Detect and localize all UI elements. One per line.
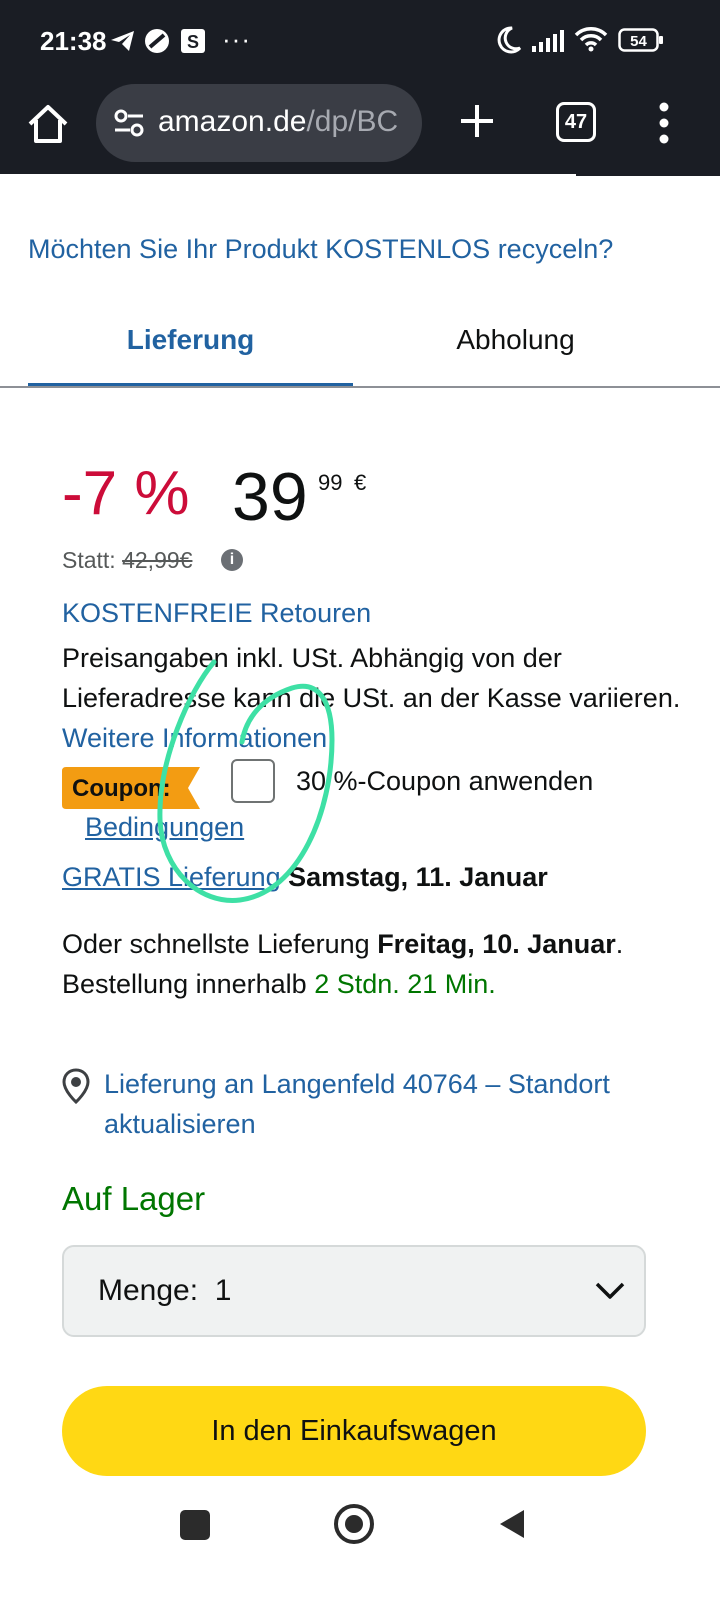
old-price: 42,99€ <box>122 547 193 573</box>
kebab-menu-icon[interactable] <box>656 98 672 148</box>
address-bar[interactable]: amazon.de/dp/BC <box>96 84 422 162</box>
fastest-delivery: Oder schnellste Lieferung Freitag, 10. J… <box>62 924 662 1004</box>
browser-chrome: 21:38 S ··· 54 amazon.de/dp/BC 47 <box>0 0 720 177</box>
status-bar: 21:38 S ··· 54 <box>0 0 720 80</box>
coupon-label[interactable]: 30 %-Coupon anwenden <box>296 766 593 797</box>
moon-icon <box>497 26 522 54</box>
tab-divider <box>0 386 720 388</box>
quantity-label: Menge: 1 <box>98 1274 231 1308</box>
discount-percent: -7 % <box>62 459 190 528</box>
svg-text:S: S <box>187 32 199 52</box>
chevron-down-icon <box>595 1282 625 1299</box>
s-app-icon: S <box>181 29 205 53</box>
system-nav-bar <box>0 1478 720 1600</box>
quantity-select[interactable]: Menge: 1 <box>62 1245 646 1337</box>
quantity-value: 1 <box>214 1274 232 1307</box>
status-time: 21:38 <box>40 26 107 56</box>
location-pin-icon <box>62 1068 90 1104</box>
recycle-link[interactable]: Möchten Sie Ihr Produkt KOSTENLOS recyce… <box>28 234 613 265</box>
coupon-badge-label: Coupon: <box>72 775 171 802</box>
delivery-location-link[interactable]: Lieferung an Langenfeld 40764 – Standort… <box>104 1064 624 1144</box>
url-text: amazon.de/dp/BC <box>158 105 398 139</box>
tabs-icon[interactable]: 47 <box>556 102 596 142</box>
browser-toolbar: amazon.de/dp/BC 47 <box>0 82 720 176</box>
list-price: Statt: 42,99€ <box>62 547 192 574</box>
tab-delivery-label: Lieferung <box>126 324 255 355</box>
home-icon[interactable] <box>24 100 72 148</box>
tab-pickup[interactable]: Abholung <box>353 300 678 388</box>
statt-label: Statt: <box>62 547 116 573</box>
no-disturb-app-icon <box>145 29 169 53</box>
battery-icon: 54 <box>618 28 663 52</box>
tab-delivery[interactable]: Lieferung <box>28 300 353 388</box>
signal-icon <box>532 30 564 52</box>
svg-text:54: 54 <box>630 33 647 50</box>
price-whole: 39 <box>232 459 308 535</box>
quantity-label-text: Menge: <box>98 1274 199 1307</box>
price-fraction: 99 <box>318 470 343 495</box>
url-domain: amazon.de <box>158 105 307 138</box>
site-settings-icon[interactable] <box>112 106 146 140</box>
coupon-conditions-link[interactable]: Bedingungen <box>85 812 244 843</box>
free-delivery-date: Samstag, 11. Januar <box>288 862 548 892</box>
add-to-cart-button[interactable]: In den Einkaufswagen <box>62 1386 646 1476</box>
price-currency: € <box>354 470 367 495</box>
free-delivery: GRATIS Lieferung Samstag, 11. Januar <box>62 862 548 893</box>
recent-apps-button[interactable] <box>180 1510 210 1540</box>
tax-info: Preisangaben inkl. USt. Abhängig von der… <box>62 638 682 758</box>
coupon-checkbox[interactable] <box>231 759 275 803</box>
tab-pickup-label: Abholung <box>456 324 575 355</box>
free-delivery-link[interactable]: GRATIS Lieferung <box>62 862 281 892</box>
back-button[interactable] <box>498 1508 526 1540</box>
order-countdown: 2 Stdn. 21 Min. <box>314 969 496 999</box>
wifi-icon <box>574 27 608 52</box>
fast-prefix: Oder schnellste Lieferung <box>62 929 378 959</box>
more-notifications-indicator: ··· <box>222 24 251 54</box>
url-path: /dp/BC <box>306 105 399 138</box>
tax-info-text: Preisangaben inkl. USt. Abhängig von der… <box>62 643 681 713</box>
fast-date: Freitag, 10. Januar <box>377 929 616 959</box>
plus-icon[interactable] <box>452 96 502 146</box>
more-info-link[interactable]: Weitere Informationen. <box>62 723 335 753</box>
home-dot <box>345 1515 363 1533</box>
page-load-progress <box>0 174 576 177</box>
stock-status: Auf Lager <box>62 1180 206 1217</box>
home-button[interactable] <box>334 1504 374 1544</box>
coupon-badge: Coupon: <box>62 767 200 809</box>
free-returns-link[interactable]: KOSTENFREIE Retouren <box>62 598 371 629</box>
info-icon[interactable]: i <box>221 549 243 571</box>
telegram-icon <box>111 31 134 51</box>
